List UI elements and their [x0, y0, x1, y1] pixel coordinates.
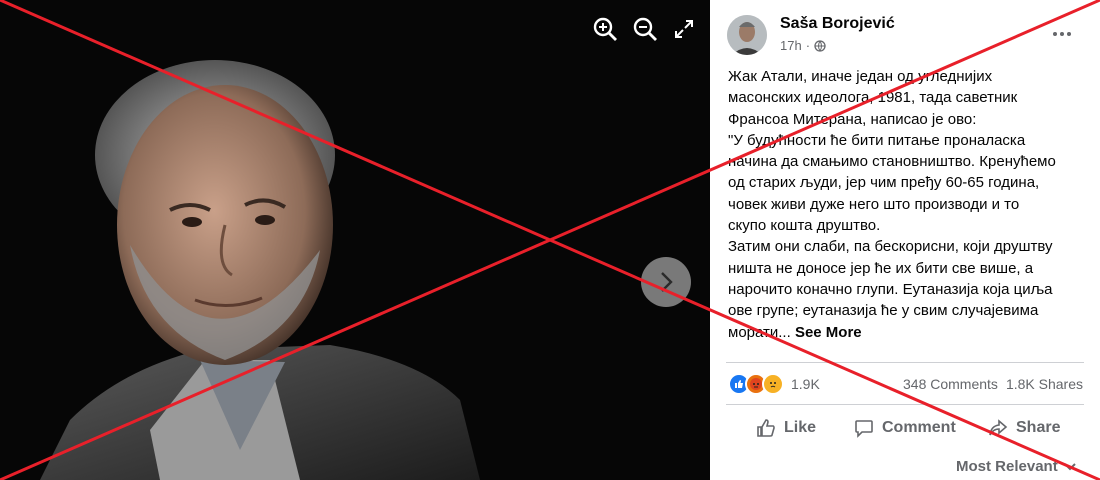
- divider: [726, 362, 1084, 363]
- divider: [726, 404, 1084, 405]
- post-text-line: нарочито коначно глупи. Еутаназија која …: [728, 280, 1053, 298]
- comment-button[interactable]: Comment: [854, 418, 956, 438]
- thumbs-up-icon: [757, 419, 775, 437]
- zoom-out-icon: [633, 17, 657, 41]
- sad-reaction-icon: [762, 373, 784, 395]
- post-text-truncated: морати...: [728, 323, 791, 341]
- post-text-line: Затим они слаби, па бескорисни, који дру…: [728, 238, 1053, 256]
- post-stats: 348 Comments 1.8K Shares: [903, 376, 1083, 392]
- like-label: Like: [784, 419, 817, 436]
- post-text-line: масонских идеолога, 1981, тада саветник: [728, 89, 1018, 107]
- post-text-line: ништа не доносе јер ће их бити све више,…: [728, 259, 1034, 277]
- reaction-count: 1.9K: [791, 376, 820, 392]
- post-text-line: "У будућности ће бити питање проналаска: [728, 131, 1026, 149]
- share-label: Share: [1016, 419, 1061, 436]
- zoom-in-button[interactable]: [590, 14, 620, 44]
- chevron-right-icon: [661, 272, 673, 292]
- post-text-line: ове групе; еутаназија ће у свим случајев…: [728, 302, 1039, 320]
- share-count[interactable]: 1.8K Shares: [1006, 376, 1083, 392]
- comment-icon: [855, 420, 873, 438]
- zoom-in-icon: [593, 17, 617, 41]
- more-horizontal-icon: [1053, 32, 1071, 36]
- post-time[interactable]: 17h: [780, 38, 802, 53]
- avatar[interactable]: [727, 15, 767, 55]
- post-text-line: од старих људи, јер чим пређу 60-65 годи…: [728, 174, 1040, 192]
- post-text-line: скупо кошта друштво.: [728, 217, 881, 235]
- comment-count[interactable]: 348 Comments: [903, 376, 998, 392]
- reactions-summary[interactable]: 1.9K: [728, 373, 820, 395]
- see-more-link[interactable]: See More: [795, 324, 862, 341]
- globe-icon: [814, 39, 826, 52]
- post-meta: 17h ·: [780, 38, 826, 53]
- post-panel: Saša Borojević 17h · Жак Атали, иначе је…: [710, 0, 1100, 480]
- share-button[interactable]: Share: [988, 418, 1060, 438]
- zoom-out-button[interactable]: [630, 14, 660, 44]
- post-options-button[interactable]: [1048, 24, 1076, 44]
- share-icon: [989, 419, 1008, 436]
- post-text-line: Франсоа Митерана, написао је ово:: [728, 110, 977, 128]
- post-text: Жак Атали, иначе један од угледнијих мас…: [728, 66, 1086, 343]
- comment-sort-label: Most Relevant: [956, 458, 1058, 475]
- comment-label: Comment: [882, 419, 956, 436]
- expand-icon: [675, 20, 693, 38]
- post-text-line: Жак Атали, иначе један од угледнијих: [728, 68, 993, 85]
- post-author[interactable]: Saša Borojević: [780, 15, 895, 33]
- like-button[interactable]: Like: [756, 418, 816, 438]
- portrait-photo: [0, 0, 710, 480]
- post-text-line: начина да смањимо становништво. Кренућем…: [728, 153, 1056, 171]
- photo-viewer: [0, 0, 710, 480]
- comment-sort-dropdown[interactable]: Most Relevant: [956, 458, 1076, 475]
- next-photo-button[interactable]: [641, 257, 691, 307]
- chevron-down-icon: [1063, 462, 1076, 470]
- fullscreen-button[interactable]: [669, 14, 699, 44]
- post-text-last-line: морати... See More: [728, 322, 1086, 343]
- post-text-line: човек живи дуже него што производи и то: [728, 195, 1020, 213]
